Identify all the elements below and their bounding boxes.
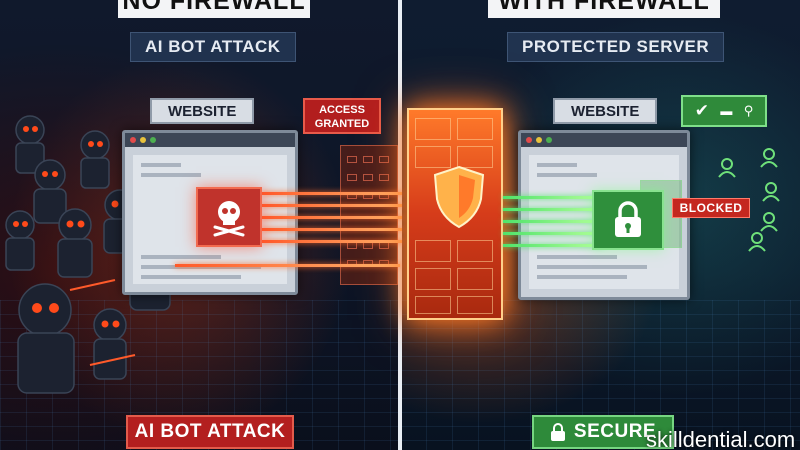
rack-cell xyxy=(363,242,373,249)
filtered-beam xyxy=(503,220,603,223)
attack-beam xyxy=(175,264,400,267)
attack-beam xyxy=(262,228,402,231)
content-line xyxy=(537,275,627,279)
firewall-brick xyxy=(415,240,451,262)
website-label: WEBSITE xyxy=(150,98,255,124)
user-icon xyxy=(748,232,766,252)
lock-icon xyxy=(615,201,641,237)
blocked-badge: BLOCKED xyxy=(672,198,750,218)
attack-beam xyxy=(262,216,402,219)
browser-titlebar xyxy=(521,133,687,147)
filtered-beam xyxy=(503,208,603,211)
user-icon xyxy=(762,182,780,202)
rack-cell xyxy=(347,242,357,249)
content-line xyxy=(537,255,617,259)
no-firewall-banner: NO FIREWALL xyxy=(118,0,310,18)
firewall-brick xyxy=(457,296,493,314)
user-icon xyxy=(760,148,778,168)
filtered-beam xyxy=(503,196,603,199)
rack-cell xyxy=(379,242,389,249)
user-icon xyxy=(760,212,778,232)
check-icon: ✔ xyxy=(694,101,709,120)
content-line xyxy=(537,265,647,269)
shield-icon xyxy=(433,165,485,229)
firewall-brick xyxy=(457,268,493,290)
ai-bot-attack-header: AI BOT ATTACK xyxy=(130,32,296,62)
access-granted-badge: ACCESS GRANTED xyxy=(303,98,381,134)
protected-server-header: PROTECTED SERVER xyxy=(507,32,725,62)
attack-beam xyxy=(262,192,402,195)
minimize-dot-icon xyxy=(536,137,542,143)
minimize-dot-icon xyxy=(140,137,146,143)
firewall-brick xyxy=(457,118,493,140)
status-check-badge: ✔ ▬ ⚲ xyxy=(681,95,767,127)
attack-beam xyxy=(262,204,402,207)
filtered-beam xyxy=(503,244,603,247)
website-label: WEBSITE xyxy=(553,98,658,124)
rack-cell xyxy=(347,156,357,163)
infographic: NO FIREWALL WITH FIREWALL AI BOT ATTACK … xyxy=(0,0,800,450)
ai-bot-attack-footer: AI BOT ATTACK xyxy=(126,415,294,449)
secure-label: SECURE xyxy=(573,421,657,442)
rack-cell xyxy=(363,156,373,163)
attack-beam xyxy=(262,240,402,243)
rack-cell xyxy=(347,174,357,181)
panel-divider xyxy=(398,0,402,450)
firewall-brick xyxy=(415,268,451,290)
with-firewall-banner: WITH FIREWALL xyxy=(488,0,720,18)
content-line xyxy=(141,255,221,259)
maximize-dot-icon xyxy=(546,137,552,143)
rack-cell xyxy=(363,174,373,181)
close-dot-icon xyxy=(526,137,532,143)
filtered-beam xyxy=(503,232,603,235)
content-line xyxy=(141,163,181,167)
search-icon: ⚲ xyxy=(743,103,754,118)
firewall-brick xyxy=(415,296,451,314)
firewall-brick xyxy=(457,240,493,262)
rack-cell xyxy=(379,156,389,163)
user-icon xyxy=(718,158,736,178)
access-badge-line: GRANTED xyxy=(314,118,370,130)
skull-crossbones-icon xyxy=(196,187,262,247)
browser-titlebar xyxy=(125,133,295,147)
rack-cell xyxy=(379,174,389,181)
maximize-dot-icon xyxy=(150,137,156,143)
skull-icon xyxy=(213,201,245,237)
content-line xyxy=(537,163,577,167)
close-dot-icon xyxy=(130,137,136,143)
content-line xyxy=(141,173,201,177)
watermark: skilldential.com xyxy=(646,427,796,450)
padlock-icon xyxy=(592,190,664,250)
content-line xyxy=(141,275,241,279)
firewall-brick xyxy=(415,118,451,140)
camera-icon: ▬ xyxy=(720,104,733,118)
access-badge-line: ACCESS xyxy=(319,104,365,116)
content-line xyxy=(537,173,597,177)
padlock-icon xyxy=(550,423,565,441)
